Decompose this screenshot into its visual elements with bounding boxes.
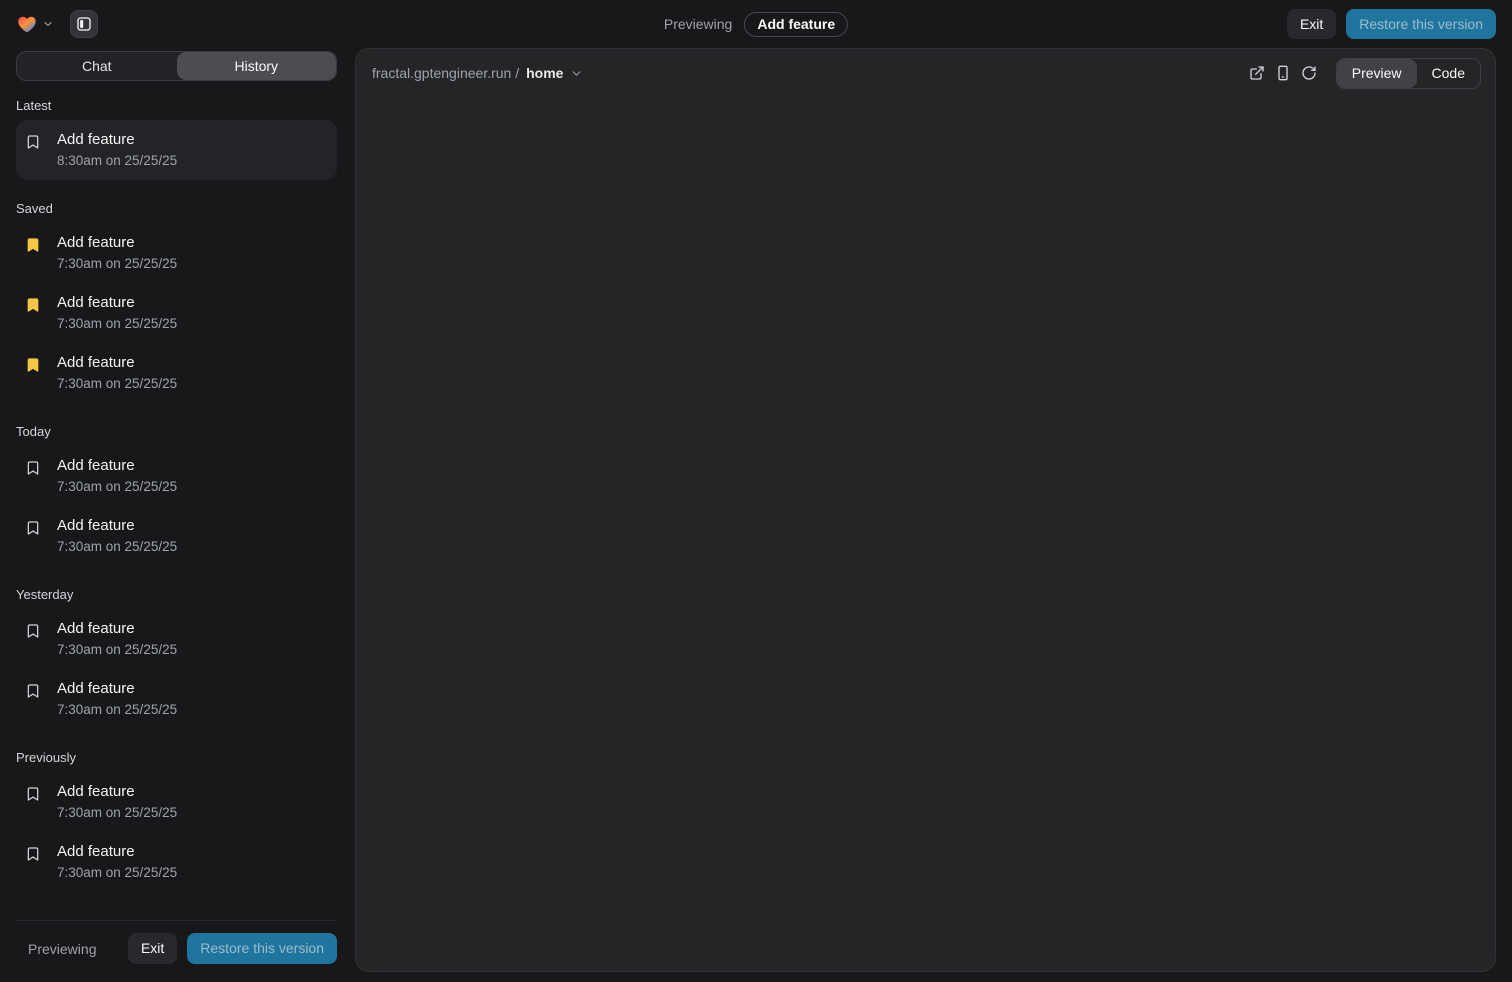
bookmark-filled-icon [25, 357, 41, 391]
history-section: Latest Add feature 8:30am on 25/25/25 [16, 98, 337, 180]
url-dropdown[interactable]: fractal.gptengineer.run / home [372, 65, 583, 81]
history-item[interactable]: Add feature 7:30am on 25/25/25 [16, 772, 337, 832]
history-section: PreviouslyAdd feature7:30am on 25/25/25A… [16, 750, 337, 892]
bookmark-outline-icon [25, 134, 41, 168]
tab-chat[interactable]: Chat [17, 52, 177, 80]
section-title: Saved [16, 201, 337, 216]
topbar-left [16, 10, 98, 38]
history-item-title: Add feature [57, 843, 177, 860]
bookmark-filled-icon [25, 237, 41, 271]
bookmark-outline-icon [25, 623, 41, 657]
history-item[interactable]: Add feature 8:30am on 25/25/25 [16, 120, 337, 180]
history-section: TodayAdd feature7:30am on 25/25/25Add fe… [16, 424, 337, 566]
mobile-device-icon [1275, 65, 1291, 81]
bookmark-outline-icon [25, 520, 41, 554]
history-item-time: 7:30am on 25/25/25 [57, 702, 177, 717]
section-title: Latest [16, 98, 337, 113]
version-name-badge: Add feature [744, 12, 848, 37]
history-item[interactable]: Add feature 7:30am on 25/25/25 [16, 343, 337, 403]
topbar-actions: Exit Restore this version [1287, 9, 1496, 39]
chevron-down-icon [570, 67, 583, 80]
history-item-title: Add feature [57, 680, 177, 697]
history-item[interactable]: Add feature 7:30am on 25/25/25 [16, 283, 337, 343]
bookmark-outline-icon [25, 846, 41, 880]
refresh-button[interactable] [1296, 59, 1322, 87]
exit-button[interactable]: Exit [1287, 9, 1336, 39]
preview-viewport[interactable] [356, 97, 1495, 971]
open-in-new-window-button[interactable] [1244, 59, 1270, 87]
history-item-time: 7:30am on 25/25/25 [57, 479, 177, 494]
history-item-time: 7:30am on 25/25/25 [57, 539, 177, 554]
history-item-title: Add feature [57, 783, 177, 800]
topbar: Previewing Add feature Exit Restore this… [0, 0, 1512, 48]
history-item-title: Add feature [57, 517, 177, 534]
history-list: Latest Add feature 8:30am on 25/25/25 Saved… [16, 81, 337, 920]
history-item-title: Add feature [57, 354, 177, 371]
history-item[interactable]: Add feature 7:30am on 25/25/25 [16, 832, 337, 892]
section-title: Yesterday [16, 587, 337, 602]
history-item-time: 7:30am on 25/25/25 [57, 865, 177, 880]
logo-menu[interactable] [16, 14, 54, 34]
tab-code[interactable]: Code [1417, 59, 1480, 88]
history-item-title: Add feature [57, 620, 177, 637]
restore-version-button[interactable]: Restore this version [1346, 9, 1496, 39]
preview-controls: Preview Code [1244, 58, 1481, 89]
history-item-title: Add feature [57, 234, 177, 251]
footer-restore-version-button[interactable]: Restore this version [187, 933, 337, 963]
history-section: YesterdayAdd feature7:30am on 25/25/25Ad… [16, 587, 337, 729]
history-item[interactable]: Add feature 7:30am on 25/25/25 [16, 669, 337, 729]
preview-panel-header: fractal.gptengineer.run / home [356, 49, 1495, 97]
bookmark-filled-icon [25, 297, 41, 331]
history-item[interactable]: Add feature 7:30am on 25/25/25 [16, 223, 337, 283]
preview-panel: fractal.gptengineer.run / home [355, 48, 1496, 972]
bookmark-outline-icon [25, 786, 41, 820]
url-host: fractal.gptengineer.run / [372, 65, 519, 81]
history-item-time: 7:30am on 25/25/25 [57, 805, 177, 820]
history-item-title: Add feature [57, 131, 177, 148]
tab-preview[interactable]: Preview [1337, 59, 1417, 88]
section-title: Previously [16, 750, 337, 765]
sidebar-footer: Previewing Exit Restore this version [16, 920, 337, 972]
history-item-time: 7:30am on 25/25/25 [57, 376, 177, 391]
history-item-time: 7:30am on 25/25/25 [57, 316, 177, 331]
bookmark-outline-icon [25, 460, 41, 494]
history-item-time: 7:30am on 25/25/25 [57, 256, 177, 271]
tab-history[interactable]: History [177, 52, 337, 80]
history-item[interactable]: Add feature 7:30am on 25/25/25 [16, 446, 337, 506]
history-section: SavedAdd feature7:30am on 25/25/25Add fe… [16, 201, 337, 403]
history-item[interactable]: Add feature 7:30am on 25/25/25 [16, 609, 337, 669]
bookmark-outline-icon [25, 683, 41, 717]
url-page: home [526, 65, 563, 81]
previewing-label: Previewing [664, 16, 732, 32]
view-toggle: Preview Code [1336, 58, 1481, 89]
footer-exit-button[interactable]: Exit [128, 933, 177, 963]
panel-left-icon [76, 16, 92, 32]
history-item-time: 7:30am on 25/25/25 [57, 642, 177, 657]
history-item-title: Add feature [57, 294, 177, 311]
history-item[interactable]: Add feature 7:30am on 25/25/25 [16, 506, 337, 566]
topbar-status: Previewing Add feature [664, 0, 848, 48]
footer-previewing-label: Previewing [28, 941, 96, 957]
mobile-preview-button[interactable] [1270, 59, 1296, 87]
history-item-time: 8:30am on 25/25/25 [57, 153, 177, 168]
history-sidebar: Chat History Latest Add feature 8:30am on … [16, 48, 337, 972]
history-item-title: Add feature [57, 457, 177, 474]
section-title: Today [16, 424, 337, 439]
refresh-icon [1301, 65, 1317, 81]
main-area: Chat History Latest Add feature 8:30am on … [0, 48, 1512, 982]
sidebar-tab-switch: Chat History [16, 51, 337, 81]
sidebar-toggle-button[interactable] [70, 10, 98, 38]
chevron-down-icon [42, 18, 54, 30]
heart-logo-icon [16, 14, 38, 34]
open-in-new-window-icon [1249, 65, 1265, 81]
